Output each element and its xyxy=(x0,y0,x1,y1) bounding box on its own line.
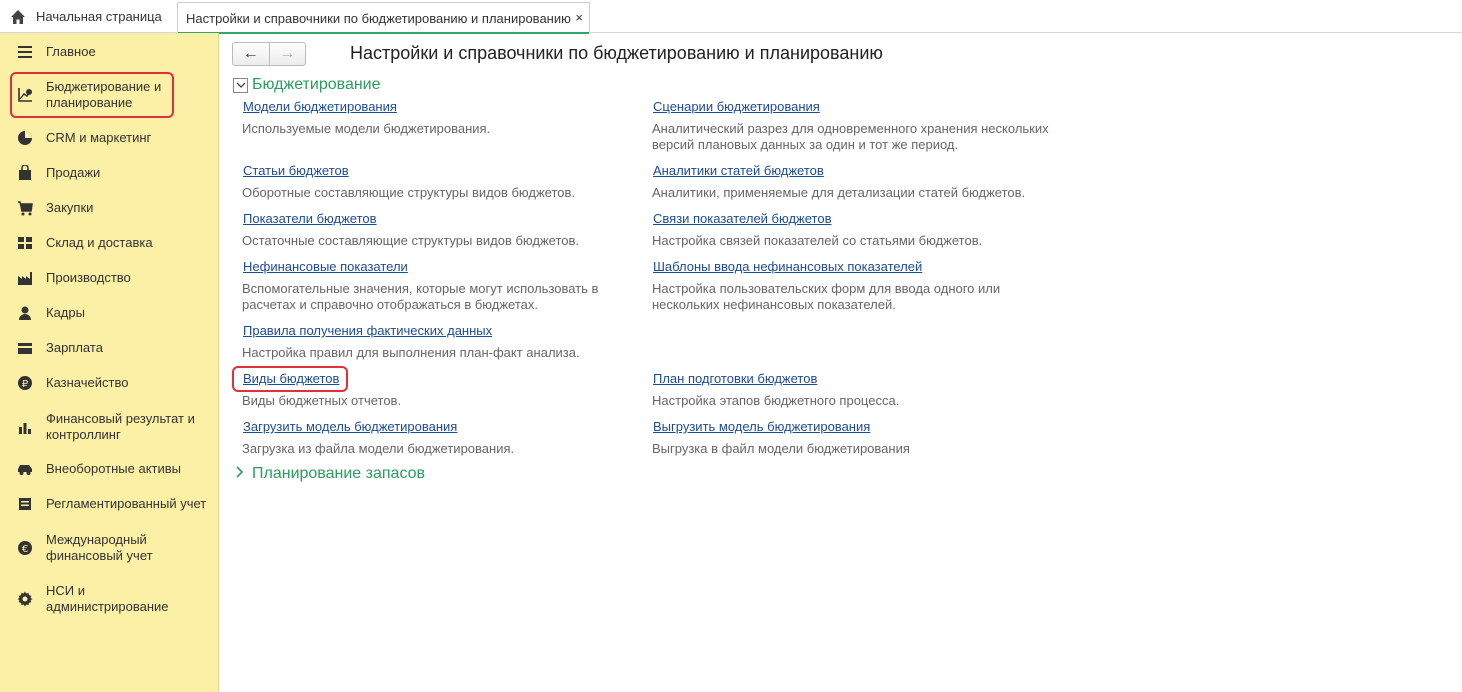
sidebar-item-hr[interactable]: Кадры xyxy=(0,304,219,322)
desc-item-analytics: Аналитики, применяемые для детализации с… xyxy=(652,185,1026,200)
sidebar: Главное Бюджетирование и планирование CR… xyxy=(0,33,219,692)
desc-budget-scenarios: Аналитический разрез для одновременного … xyxy=(652,121,1049,152)
tab-budget-settings-label: Настройки и справочники по бюджетировани… xyxy=(186,10,571,26)
desc-actual-data-rules: Настройка правил для выполнения план-фак… xyxy=(242,345,580,360)
sidebar-item-label: Кадры xyxy=(46,305,85,320)
sidebar-item-label: НСИ и администрирование xyxy=(46,583,169,614)
pie-icon xyxy=(17,130,33,146)
sidebar-item-production[interactable]: Производство xyxy=(0,269,219,287)
sidebar-item-label: Регламентированный учет xyxy=(46,496,207,511)
collapse-icon[interactable] xyxy=(233,77,248,93)
desc-budget-items: Оборотные составляющие структуры видов б… xyxy=(242,185,576,200)
sidebar-item-budgeting[interactable]: Бюджетирование и планирование xyxy=(0,77,219,113)
wallet-icon xyxy=(17,340,33,356)
sidebar-item-label: Внеоборотные активы xyxy=(46,461,182,476)
nav-buttons: ← → xyxy=(232,42,306,66)
warehouse-icon xyxy=(17,235,33,251)
link-indicator-links[interactable]: Связи показателей бюджетов xyxy=(653,211,831,226)
cart-icon xyxy=(17,200,33,216)
person-icon xyxy=(17,305,33,321)
tab-bar: Начальная страница Настройки и справочни… xyxy=(0,0,1462,34)
desc-nonfinancial-indicators: Вспомогательные значения, которые могут … xyxy=(242,281,599,312)
sidebar-item-label: Зарплата xyxy=(46,340,103,355)
book-icon xyxy=(17,496,33,512)
sidebar-item-label: Склад и доставка xyxy=(46,235,153,250)
sidebar-item-admin[interactable]: НСИ и администрирование xyxy=(0,581,219,617)
menu-icon xyxy=(17,44,33,60)
desc-budget-models: Используемые модели бюджетирования. xyxy=(242,121,491,136)
sidebar-item-international-accounting[interactable]: € Международный финансовый учет xyxy=(0,530,219,566)
sidebar-item-warehouse[interactable]: Склад и доставка xyxy=(0,234,219,252)
svg-text:₽: ₽ xyxy=(22,379,29,390)
ruble-icon: ₽ xyxy=(17,375,33,391)
back-button[interactable]: ← xyxy=(233,43,270,65)
home-icon xyxy=(10,9,26,25)
svg-text:€: € xyxy=(22,544,28,555)
budget-icon xyxy=(17,87,33,103)
barchart-icon xyxy=(17,419,33,435)
bag-icon xyxy=(17,165,33,181)
sidebar-item-label: Производство xyxy=(46,270,131,285)
sidebar-item-label: Финансовый результат и контроллинг xyxy=(46,411,195,442)
close-icon[interactable]: × xyxy=(575,10,583,25)
desc-budget-plan: Настройка этапов бюджетного процесса. xyxy=(652,393,900,408)
link-budget-models[interactable]: Модели бюджетирования xyxy=(243,99,397,114)
group-budgeting-header[interactable]: Бюджетирование xyxy=(233,76,381,94)
sidebar-item-label: Закупки xyxy=(46,200,94,215)
car-icon xyxy=(17,461,33,477)
tab-home[interactable]: Начальная страница xyxy=(0,0,174,33)
link-budget-plan[interactable]: План подготовки бюджетов xyxy=(653,371,817,386)
link-export-model[interactable]: Выгрузить модель бюджетирования xyxy=(653,419,870,434)
desc-budget-indicators: Остаточные составляющие структуры видов … xyxy=(242,233,580,248)
sidebar-item-purchases[interactable]: Закупки xyxy=(0,199,219,217)
link-nonfinancial-indicators[interactable]: Нефинансовые показатели xyxy=(243,259,408,274)
desc-input-templates: Настройка пользовательских форм для ввод… xyxy=(652,281,1001,312)
link-budget-indicators[interactable]: Показатели бюджетов xyxy=(243,211,377,226)
link-input-templates[interactable]: Шаблоны ввода нефинансовых показателей xyxy=(653,259,922,274)
link-budget-items[interactable]: Статьи бюджетов xyxy=(243,163,349,178)
euro-icon: € xyxy=(17,540,33,556)
forward-button[interactable]: → xyxy=(270,43,306,65)
sidebar-item-sales[interactable]: Продажи xyxy=(0,164,219,182)
desc-indicator-links: Настройка связей показателей со статьями… xyxy=(652,233,983,248)
sidebar-item-regulated-accounting[interactable]: Регламентированный учет xyxy=(0,495,219,513)
desc-load-model: Загрузка из файла модели бюджетирования. xyxy=(242,441,515,456)
tab-budget-settings[interactable]: Настройки и справочники по бюджетировани… xyxy=(177,2,590,34)
desc-export-model: Выгрузка в файл модели бюджетирования xyxy=(652,441,910,456)
sidebar-item-crm[interactable]: CRM и маркетинг xyxy=(0,129,219,147)
tab-home-label: Начальная страница xyxy=(36,9,162,24)
desc-budget-types: Виды бюджетных отчетов. xyxy=(242,393,402,408)
group-inventory-planning-title: Планирование запасов xyxy=(252,465,426,482)
sidebar-item-main[interactable]: Главное xyxy=(0,43,219,61)
sidebar-item-treasury[interactable]: ₽ Казначейство xyxy=(0,374,219,392)
sidebar-item-label: CRM и маркетинг xyxy=(46,130,152,145)
link-actual-data-rules[interactable]: Правила получения фактических данных xyxy=(243,323,492,338)
main-content: ← → Настройки и справочники по бюджетиро… xyxy=(220,33,1462,692)
sidebar-item-label: Международный финансовый учет xyxy=(46,532,153,563)
sidebar-item-label: Продажи xyxy=(46,165,101,180)
factory-icon xyxy=(17,270,33,286)
link-item-analytics[interactable]: Аналитики статей бюджетов xyxy=(653,163,824,178)
group-budgeting-title: Бюджетирование xyxy=(252,76,381,93)
page-title: Настройки и справочники по бюджетировани… xyxy=(350,43,883,63)
link-load-model[interactable]: Загрузить модель бюджетирования xyxy=(243,419,457,434)
gear-icon xyxy=(17,591,33,607)
sidebar-item-label: Главное xyxy=(46,44,96,59)
sidebar-item-financial-result[interactable]: Финансовый результат и контроллинг xyxy=(0,409,219,445)
sidebar-item-label: Бюджетирование и планирование xyxy=(46,79,162,110)
sidebar-item-label: Казначейство xyxy=(46,375,129,390)
sidebar-item-fixed-assets[interactable]: Внеоборотные активы xyxy=(0,460,219,478)
link-budget-scenarios[interactable]: Сценарии бюджетирования xyxy=(653,99,820,114)
link-budget-types[interactable]: Виды бюджетов xyxy=(243,371,339,386)
group-inventory-planning-header[interactable]: Планирование запасов xyxy=(235,465,425,483)
chevron-right-icon[interactable] xyxy=(235,465,244,483)
sidebar-item-salary[interactable]: Зарплата xyxy=(0,339,219,357)
